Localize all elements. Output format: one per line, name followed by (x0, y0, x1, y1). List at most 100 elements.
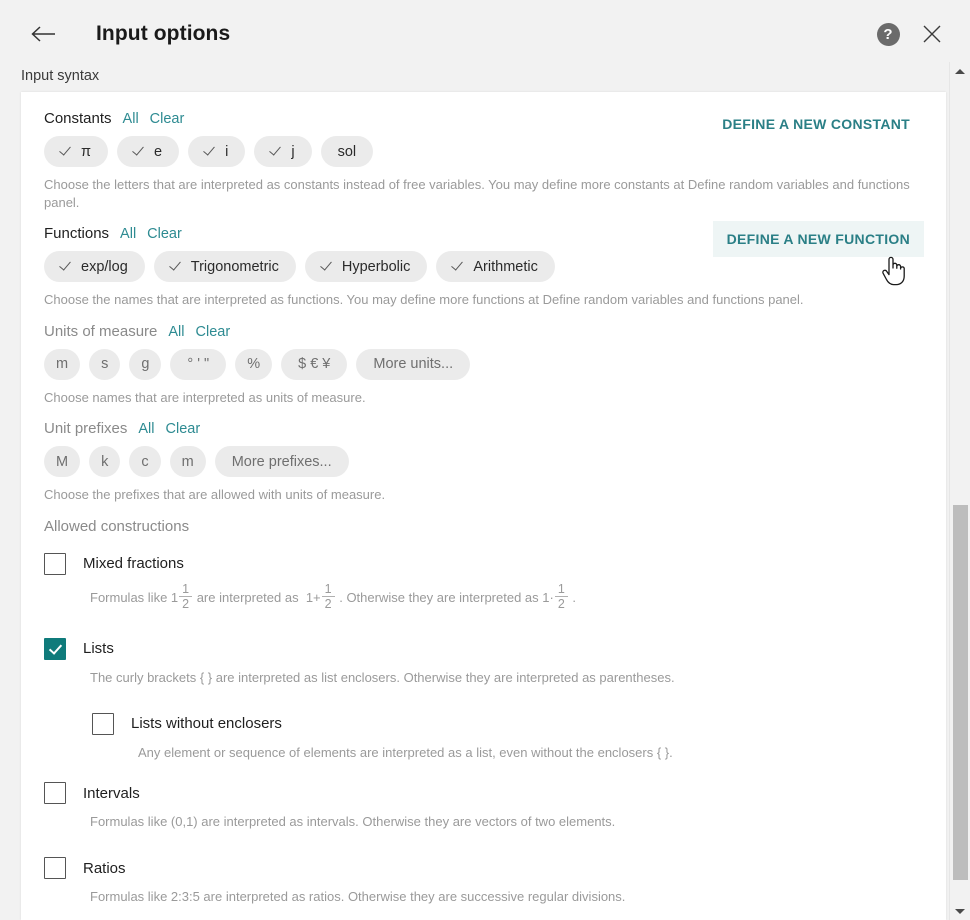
chip-exp-log[interactable]: exp/log (44, 251, 145, 283)
chip-[interactable]: $ € ¥ (281, 348, 348, 380)
option-group-unit-prefixes: Unit prefixes All Clear Mk c m More prefixes..… (44, 420, 924, 504)
check-icon (61, 260, 74, 273)
chip-label: More prefixes... (231, 453, 332, 470)
option-label: Mixed fractions (83, 555, 184, 573)
allowed-constructions-title: Allowed constructions (44, 517, 190, 535)
group-helper-text: Choose names that are interpreted as uni… (44, 389, 366, 405)
select-all-link[interactable]: All (120, 226, 136, 242)
checkbox-ratios[interactable] (44, 857, 66, 880)
checkbox-mixed-fractions[interactable] (44, 552, 66, 575)
chip-label: m (181, 453, 194, 470)
chip-c[interactable]: c (129, 446, 161, 478)
chip-s[interactable]: s (89, 348, 121, 380)
chip-[interactable]: ° ' " (170, 348, 227, 380)
chip-k[interactable]: k (89, 446, 121, 478)
close-button[interactable] (910, 12, 954, 56)
checkbox-lists-without-enclosers[interactable] (92, 712, 114, 735)
window-titlebar: Input options ? (0, 0, 970, 68)
checkbox-lists[interactable] (44, 637, 66, 660)
clear-link[interactable]: Clear (166, 421, 201, 437)
allowed-constructions-section: Allowed constructions Mixed fractions For… (21, 518, 946, 920)
fraction-denominator: 2 (179, 596, 193, 611)
section-caption: Input syntax (21, 68, 100, 84)
help-button[interactable]: ? (866, 12, 910, 56)
fraction-numerator: 1 (324, 581, 332, 596)
chip-[interactable]: π (44, 136, 109, 167)
chip-more-prefixes[interactable]: More prefixes... (214, 446, 349, 478)
check-icon (453, 260, 466, 273)
group-header: Unit prefixes All Clear (44, 420, 924, 437)
option-row[interactable]: Lists without enclosers (92, 712, 924, 735)
group-helper-text: Choose the names that are interpreted as… (44, 292, 804, 308)
option-label: Lists without enclosers (131, 715, 282, 733)
chip-label: i (225, 143, 229, 160)
chip-hyperbolic[interactable]: Hyperbolic (304, 251, 428, 283)
option-label: Ratios (83, 859, 126, 877)
clear-link[interactable]: Clear (150, 111, 185, 127)
chip-label: $ € ¥ (298, 356, 331, 373)
option-ratios: Ratios Formulas like 2:3:5 are interprete… (44, 857, 924, 906)
scroll-up-arrow-icon[interactable] (950, 62, 970, 80)
chip-label: g (141, 356, 150, 373)
check-icon (322, 260, 335, 273)
chip-label: k (101, 453, 109, 470)
scroll-down-arrow-icon[interactable] (950, 902, 970, 920)
checkbox-intervals[interactable] (44, 782, 66, 805)
define-new-function-button[interactable]: DEFINE A NEW FUNCTION (712, 221, 924, 258)
chip-label: Trigonometric (190, 258, 279, 275)
clear-link[interactable]: Clear (196, 324, 231, 340)
chip-row: m s g ° ' "% $ € ¥ More units... (44, 348, 924, 380)
chip-sol[interactable]: sol (320, 136, 374, 167)
clear-link[interactable]: Clear (147, 226, 182, 242)
chip-m[interactable]: M (44, 446, 81, 478)
back-button[interactable] (22, 13, 64, 55)
group-header: Units of measure All Clear (44, 323, 924, 340)
scrollbar-thumb[interactable] (953, 505, 968, 880)
chip-label: c (141, 453, 149, 470)
chip-label: More units... (373, 356, 454, 373)
chip-[interactable]: % (235, 348, 273, 380)
chip-label: π (81, 143, 92, 160)
input-syntax-card: Constants All Clear π e i j sol DEFINE A NEW CON… (21, 92, 946, 920)
description-text: . Otherwise they are interpreted as 1· (335, 589, 554, 605)
chip-label: exp/log (81, 258, 128, 275)
arrow-left-icon (30, 25, 56, 43)
chip-j[interactable]: j (254, 136, 312, 167)
chip-trigonometric[interactable]: Trigonometric (153, 251, 296, 283)
vertical-scrollbar[interactable] (949, 62, 970, 920)
chip-arithmetic[interactable]: Arithmetic (436, 251, 555, 283)
chip-m[interactable]: m (44, 348, 81, 380)
select-all-link[interactable]: All (138, 421, 154, 437)
define-new-constant-button[interactable]: DEFINE A NEW CONSTANT (708, 106, 924, 142)
fraction-denominator: 2 (554, 596, 568, 611)
option-description: Formulas like 112 are interpreted as 1+ 1… (90, 581, 924, 612)
select-all-link[interactable]: All (123, 111, 139, 127)
option-row[interactable]: Mixed fractions (44, 552, 924, 575)
check-icon (205, 145, 218, 158)
chip-more-units[interactable]: More units... (356, 348, 471, 380)
chip-e[interactable]: e (117, 136, 180, 167)
fraction-numerator: 1 (557, 581, 565, 596)
fraction-numerator: 1 (182, 581, 190, 596)
option-row[interactable]: Lists (44, 637, 924, 660)
group-label: Constants (44, 110, 112, 127)
chip-label: m (56, 356, 69, 373)
option-group-constants: Constants All Clear π e i j sol DEFINE A NEW CON… (44, 110, 924, 211)
option-row[interactable]: Ratios (44, 857, 924, 880)
chip-g[interactable]: g (129, 348, 162, 380)
check-icon (271, 145, 284, 158)
chip-row: Mk c m More prefixes... (44, 446, 924, 478)
group-helper-text: Choose the letters that are interpreted … (44, 177, 910, 210)
fraction: 12 (554, 581, 568, 611)
group-helper-text: Choose the prefixes that are allowed wit… (44, 487, 386, 503)
group-label: Unit prefixes (44, 420, 128, 438)
chip-m[interactable]: m (169, 446, 206, 478)
option-row[interactable]: Intervals (44, 782, 924, 805)
allowed-constructions-list: Mixed fractions Formulas like 112 are int… (44, 552, 924, 920)
select-all-link[interactable]: All (168, 324, 184, 340)
option-description: The curly brackets { } are interpreted a… (90, 669, 675, 685)
chip-i[interactable]: i (188, 136, 246, 167)
chip-label: M (56, 453, 69, 470)
chip-label: s (101, 356, 109, 373)
option-intervals: Intervals Formulas like (0,1) are interpr… (44, 782, 924, 831)
